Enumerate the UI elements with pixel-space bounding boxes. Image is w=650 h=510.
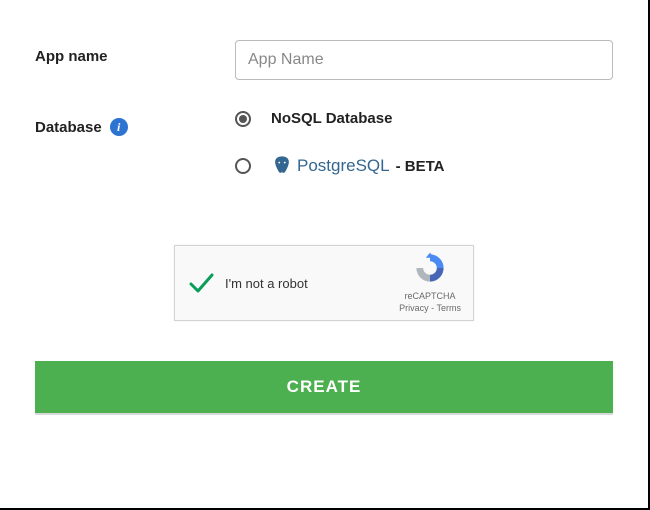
postgres-label: PostgreSQL - BETA [271,155,445,177]
database-option-nosql[interactable]: NoSQL Database [235,110,613,127]
recaptcha-logo-icon [413,251,447,285]
recaptcha-terms-link[interactable]: Terms [437,303,462,313]
radio-icon-unselected [235,158,251,174]
recaptcha-text: I'm not a robot [225,276,399,291]
info-icon[interactable]: i [110,118,128,136]
database-options: NoSQL Database PostgreSQL - BETA [235,110,613,205]
recaptcha-brand: reCAPTCHA [399,291,461,303]
recaptcha-widget[interactable]: I'm not a robot reCAPTCHA Privacy - Term… [174,245,474,321]
app-name-row: App name [35,40,613,80]
nosql-label: NoSQL Database [271,110,392,127]
database-option-postgres[interactable]: PostgreSQL - BETA [235,155,613,177]
app-name-label: App name [35,40,235,65]
database-label-wrap: Database i [35,110,235,136]
radio-icon-selected [235,111,251,127]
recaptcha-privacy-link[interactable]: Privacy [399,303,429,313]
app-name-input[interactable] [235,40,613,80]
database-label: Database [35,119,102,136]
postgres-beta-suffix: - BETA [396,158,445,175]
create-button[interactable]: CREATE [35,361,613,413]
recaptcha-branding: reCAPTCHA Privacy - Terms [399,251,461,314]
postgres-brand: PostgreSQL [297,156,390,176]
database-row: Database i NoSQL Database PostgreSQL - B… [35,110,613,205]
postgresql-logo-icon [271,155,293,177]
recaptcha-checkmark-icon [187,269,215,297]
create-app-form: App name Database i NoSQL Database [0,0,650,510]
